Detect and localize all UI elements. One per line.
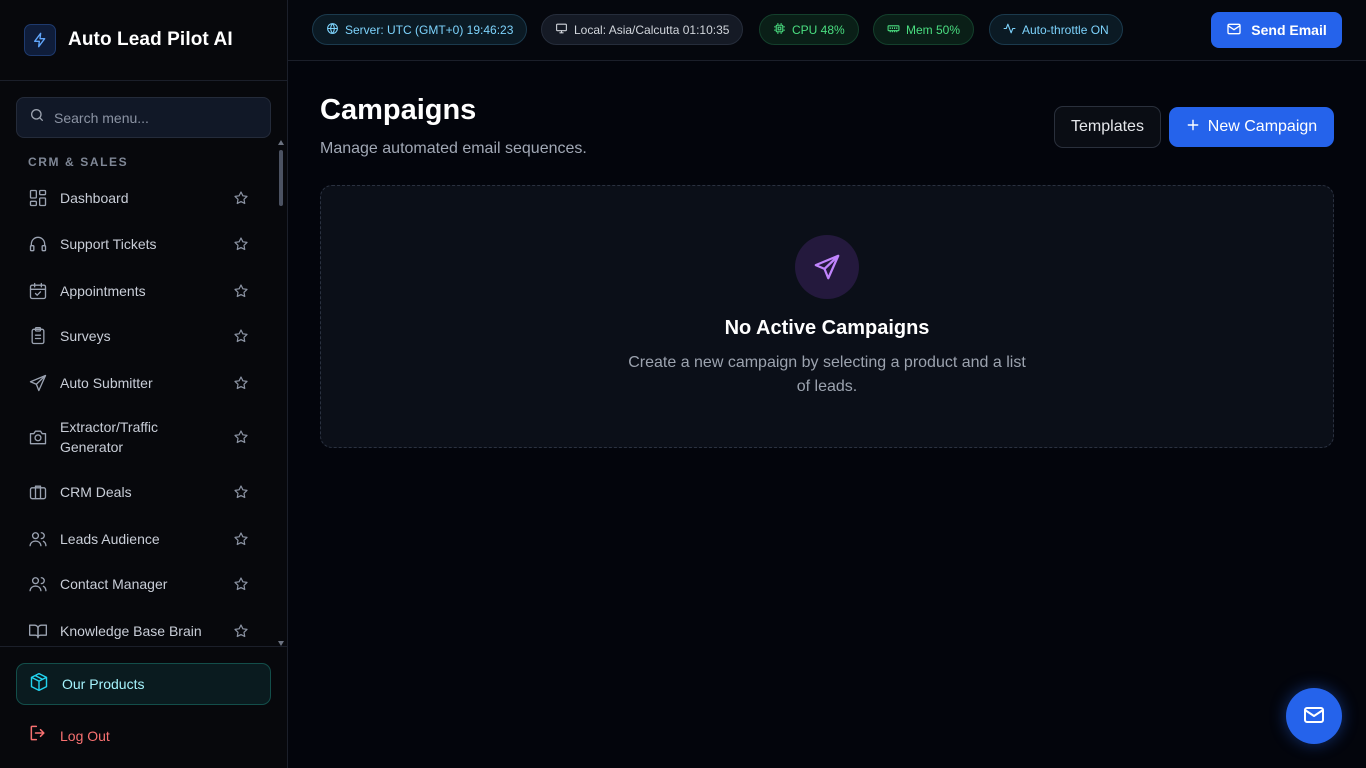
empty-state-title: No Active Campaigns (724, 317, 930, 339)
globe-icon (326, 22, 339, 38)
users-icon (28, 574, 48, 594)
server-time-text: Server: UTC (GMT+0) 19:46:23 (345, 22, 514, 37)
activity-icon (1003, 22, 1016, 38)
empty-state-card: No Active Campaigns Create a new campaig… (320, 185, 1334, 448)
plus-icon (1186, 118, 1200, 137)
book-open-icon (28, 621, 48, 641)
new-campaign-label: New Campaign (1207, 118, 1318, 135)
clipboard-list-icon (28, 326, 48, 346)
new-campaign-button[interactable]: New Campaign (1169, 107, 1334, 147)
sidebar-item-extractor-traffic-generator[interactable]: Extractor/Traffic Generator (16, 417, 271, 457)
headset-icon (28, 234, 48, 254)
send-email-button[interactable]: Send Email (1211, 12, 1342, 48)
star-icon[interactable] (233, 623, 249, 639)
auto-throttle-badge: Auto-throttle ON (989, 14, 1123, 45)
send-icon (28, 373, 48, 393)
sidebar-item-leads-audience[interactable]: Leads Audience (16, 528, 271, 550)
send-icon (795, 235, 859, 299)
app-title: Auto Lead Pilot AI (68, 29, 233, 50)
sidebar-footer: Our Products Log Out (0, 646, 287, 768)
star-icon[interactable] (233, 190, 249, 206)
sidebar-item-label: Auto Submitter (60, 375, 153, 391)
star-icon[interactable] (233, 283, 249, 299)
sidebar-item-label: Knowledge Base Brain (60, 623, 202, 639)
brand-header: Auto Lead Pilot AI (0, 0, 287, 81)
page-title: Campaigns (320, 94, 477, 126)
page-subtitle: Manage automated email sequences. (320, 140, 587, 157)
star-icon[interactable] (233, 429, 249, 445)
empty-state-description: Create a new campaign by selecting a pro… (628, 354, 1026, 395)
package-icon (29, 672, 49, 697)
cpu-usage-badge: CPU 48% (759, 14, 859, 45)
sidebar-scrollbar[interactable] (277, 140, 285, 646)
menu-search[interactable] (16, 97, 271, 138)
star-icon[interactable] (233, 328, 249, 344)
calendar-check-icon (28, 281, 48, 301)
our-products-label: Our Products (62, 676, 145, 692)
sidebar-item-support-tickets[interactable]: Support Tickets (16, 233, 271, 255)
scroll-up-arrow[interactable] (278, 140, 284, 145)
sidebar-nav: Dashboard Support Tickets Appointments S… (16, 176, 271, 644)
mail-icon (1302, 703, 1326, 730)
server-time-badge: Server: UTC (GMT+0) 19:46:23 (312, 14, 528, 45)
sidebar-item-label: CRM Deals (60, 484, 132, 500)
sidebar-item-label: Appointments (60, 283, 146, 299)
mail-icon (1226, 21, 1242, 40)
lightning-icon (24, 24, 56, 56)
sidebar-item-crm-deals[interactable]: CRM Deals (16, 481, 271, 503)
logout-label: Log Out (60, 727, 110, 744)
sidebar-item-knowledge-base-brain[interactable]: Knowledge Base Brain (16, 620, 271, 642)
star-icon[interactable] (233, 576, 249, 592)
section-label-crm-sales: CRM & SALES (28, 155, 129, 169)
templates-button[interactable]: Templates (1054, 106, 1161, 148)
sidebar-item-label: Surveys (60, 328, 111, 344)
briefcase-icon (28, 482, 48, 502)
sidebar-item-surveys[interactable]: Surveys (16, 325, 271, 347)
topbar: Server: UTC (GMT+0) 19:46:23 Local: Asia… (288, 0, 1366, 61)
search-input[interactable] (54, 109, 254, 126)
sidebar-item-label: Contact Manager (60, 576, 168, 592)
logout-icon (28, 723, 48, 748)
scroll-thumb[interactable] (279, 150, 283, 206)
sidebar-item-label: Extractor/Traffic Generator (60, 419, 159, 455)
sidebar-item-dashboard[interactable]: Dashboard (16, 187, 271, 209)
sidebar-item-label: Leads Audience (60, 531, 160, 547)
app-root: Auto Lead Pilot AI CRM & SALES Dashboard (0, 0, 1366, 768)
logout-button[interactable]: Log Out (28, 723, 110, 748)
star-icon[interactable] (233, 375, 249, 391)
floating-mail-button[interactable] (1286, 688, 1342, 744)
auto-throttle-text: Auto-throttle ON (1022, 22, 1109, 37)
users-icon (28, 529, 48, 549)
local-time-badge: Local: Asia/Calcutta 01:10:35 (541, 14, 744, 45)
sidebar-item-auto-submitter[interactable]: Auto Submitter (16, 372, 271, 394)
sidebar: Auto Lead Pilot AI CRM & SALES Dashboard (0, 0, 288, 768)
search-icon (29, 107, 45, 128)
cpu-icon (773, 22, 786, 38)
sidebar-item-label: Dashboard (60, 190, 129, 206)
dashboard-icon (28, 188, 48, 208)
local-time-text: Local: Asia/Calcutta 01:10:35 (574, 22, 730, 37)
memory-usage-text: Mem 50% (906, 22, 961, 37)
sidebar-item-appointments[interactable]: Appointments (16, 280, 271, 302)
star-icon[interactable] (233, 531, 249, 547)
sidebar-item-label: Support Tickets (60, 236, 157, 252)
send-email-label: Send Email (1251, 22, 1327, 38)
memory-usage-badge: Mem 50% (873, 14, 975, 45)
memory-icon (887, 22, 900, 38)
camera-icon (28, 427, 48, 447)
our-products-button[interactable]: Our Products (16, 663, 271, 705)
monitor-icon (555, 22, 568, 38)
star-icon[interactable] (233, 484, 249, 500)
cpu-usage-text: CPU 48% (792, 22, 845, 37)
star-icon[interactable] (233, 236, 249, 252)
sidebar-item-contact-manager[interactable]: Contact Manager (16, 573, 271, 595)
